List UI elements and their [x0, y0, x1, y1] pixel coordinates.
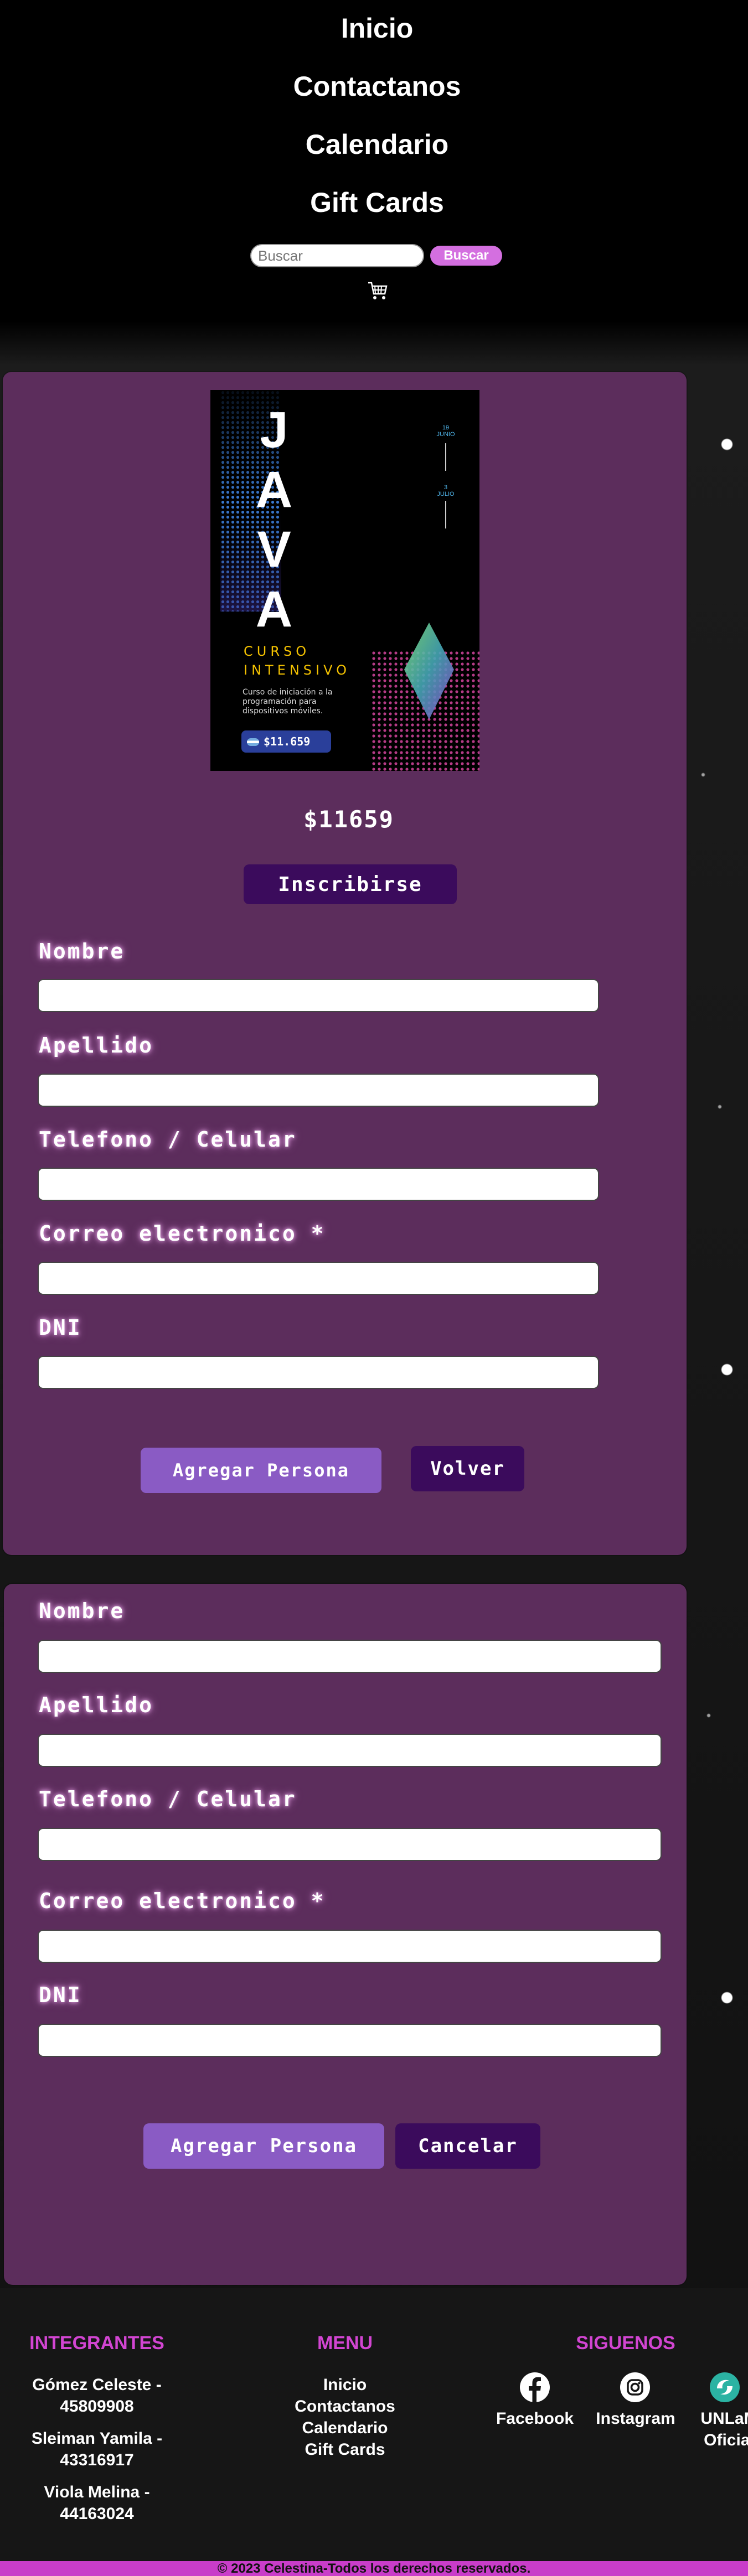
instagram-link[interactable]: Instagram: [588, 2408, 683, 2429]
copyright-bar: © 2023 Celestina-Todos los derechos rese…: [0, 2561, 748, 2576]
member-name: Gómez Celeste -: [32, 2376, 162, 2394]
nav-link-calendario[interactable]: Calendario: [0, 128, 748, 160]
shopping-cart-icon[interactable]: [367, 279, 389, 302]
poster-subtitle-line1: CURSO: [244, 644, 311, 659]
poster-title-letter: V: [257, 521, 291, 578]
poster-title-letter: J: [260, 402, 288, 458]
poster-title-letter: A: [255, 462, 293, 518]
footer-social-title: SIGUENOS: [576, 2333, 675, 2354]
poster-description-line: dispositivos móviles.: [243, 707, 323, 716]
poster-title: J A V A: [249, 400, 299, 639]
facebook-link[interactable]: Facebook: [487, 2408, 582, 2429]
poster-subtitle: CURSO INTENSIVO: [244, 642, 350, 680]
poster-price-tag-text: $11.659: [264, 735, 311, 748]
poster-date-top-day: 19: [442, 424, 450, 431]
poster-description-line: Curso de iniciación a la: [243, 688, 333, 697]
label-correo: Correo electronico *: [39, 1221, 326, 1246]
poster-date-top: 19 JUNIO: [429, 424, 462, 438]
enroll-button[interactable]: Inscribirse: [244, 864, 457, 904]
poster-description: Curso de iniciación a la programación pa…: [243, 688, 332, 716]
poster-date-bottom-month: JULIO: [437, 491, 455, 497]
label-nombre: Nombre: [39, 939, 125, 963]
footer-link-contactanos[interactable]: Contactanos: [262, 2396, 428, 2417]
footer-members-list: Gómez Celeste - 45809908 Sleiman Yamila …: [11, 2374, 183, 2525]
unlam-link-line: Oficial: [704, 2431, 748, 2449]
input-dni[interactable]: [38, 2024, 662, 2057]
poster-date-top-month: JUNIO: [436, 431, 455, 438]
nav-link-gift-cards[interactable]: Gift Cards: [0, 186, 748, 219]
poster-description-line: programación para: [243, 697, 317, 706]
search-button[interactable]: Buscar: [430, 246, 502, 266]
instagram-icon[interactable]: [620, 2372, 651, 2403]
input-correo[interactable]: [38, 1930, 662, 1963]
poster-date-line: [445, 443, 446, 471]
poster-title-letter: A: [255, 581, 293, 637]
search-input[interactable]: [250, 244, 424, 267]
input-nombre[interactable]: [38, 979, 599, 1012]
label-telefono: Telefono / Celular: [39, 1787, 297, 1811]
poster-subtitle-line2: INTENSIVO: [244, 662, 351, 678]
label-correo: Correo electronico *: [39, 1889, 326, 1913]
unlam-logo-icon[interactable]: [709, 2372, 740, 2403]
input-nombre[interactable]: [38, 1640, 662, 1673]
add-person-button[interactable]: Agregar Persona: [141, 1448, 381, 1493]
product-price: $11659: [303, 806, 394, 833]
footer-menu-links: Inicio Contactanos Calendario Gift Cards: [262, 2374, 428, 2460]
footer-link-gift-cards[interactable]: Gift Cards: [262, 2439, 428, 2460]
facebook-icon[interactable]: [519, 2372, 550, 2403]
member-name: Viola Melina -: [44, 2483, 150, 2501]
course-poster: J A V A 19 JUNIO 3 JULIO CURSO INTENSIVO…: [210, 390, 479, 771]
add-person-button[interactable]: Agregar Persona: [143, 2123, 384, 2169]
unlam-link-line: UNLaM: [700, 2409, 748, 2428]
argentina-flag-icon: [247, 738, 259, 746]
label-apellido: Apellido: [39, 1033, 154, 1058]
member-id: 43316917: [60, 2451, 134, 2469]
input-telefono[interactable]: [38, 1828, 662, 1861]
label-telefono: Telefono / Celular: [39, 1127, 297, 1152]
member-id: 45809908: [60, 2397, 134, 2416]
label-apellido: Apellido: [39, 1693, 154, 1717]
label-nombre: Nombre: [39, 1599, 125, 1623]
input-dni[interactable]: [38, 1356, 599, 1389]
footer: INTEGRANTES Gómez Celeste - 45809908 Sle…: [0, 2288, 748, 2561]
input-apellido[interactable]: [38, 1074, 599, 1107]
nav-link-inicio[interactable]: Inicio: [0, 12, 748, 44]
poster-date-bottom-day: 3: [443, 484, 448, 491]
poster-date-bottom: 3 JULIO: [429, 484, 462, 497]
back-button[interactable]: Volver: [411, 1446, 524, 1491]
poster-date-line: [445, 501, 446, 528]
label-dni: DNI: [39, 1983, 82, 2007]
member-name: Sleiman Yamila -: [31, 2429, 163, 2448]
label-dni: DNI: [39, 1315, 82, 1340]
input-telefono[interactable]: [38, 1168, 599, 1201]
top-navigation: Inicio Contactanos Calendario Gift Cards…: [0, 0, 748, 321]
footer-members-title: INTEGRANTES: [29, 2333, 164, 2354]
unlam-link[interactable]: UNLaM Oficial: [699, 2408, 748, 2451]
cancel-button[interactable]: Cancelar: [395, 2123, 540, 2169]
footer-menu-title: MENU: [317, 2333, 373, 2354]
input-correo[interactable]: [38, 1262, 599, 1295]
nav-link-contactanos[interactable]: Contactanos: [0, 70, 748, 102]
member-id: 44163024: [60, 2505, 134, 2523]
input-apellido[interactable]: [38, 1734, 662, 1767]
footer-link-inicio[interactable]: Inicio: [262, 2374, 428, 2396]
footer-link-calendario[interactable]: Calendario: [262, 2417, 428, 2439]
poster-price-tag: $11.659: [241, 730, 331, 753]
